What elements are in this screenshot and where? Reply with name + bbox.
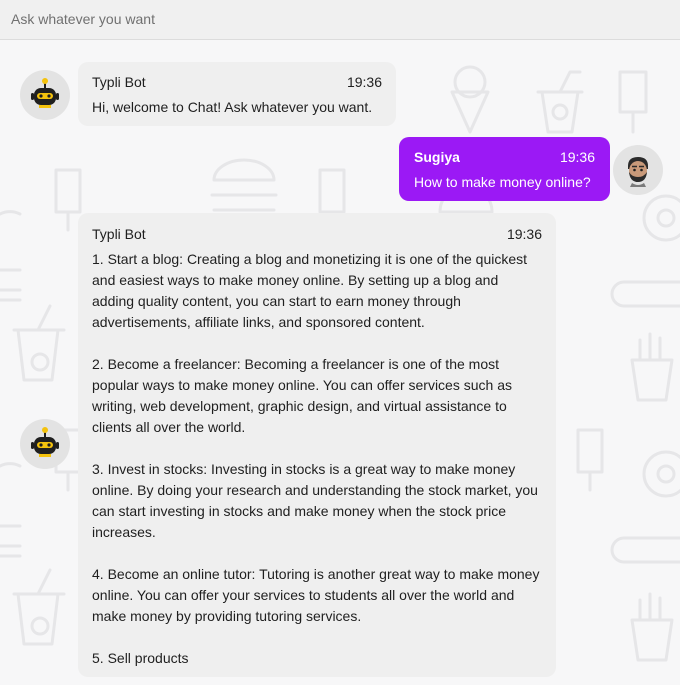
message-text: 1. Start a blog: Creating a blog and mon… xyxy=(92,251,540,666)
message-header: Typli Bot 19:36 xyxy=(92,225,542,243)
robot-icon xyxy=(31,427,59,457)
message-time: 19:36 xyxy=(506,226,542,242)
bot-avatar xyxy=(20,70,70,120)
message-header: Typli Bot 19:36 xyxy=(92,73,382,91)
message-time: 19:36 xyxy=(346,74,382,90)
message-sender: Sugiya xyxy=(414,149,460,165)
message-text: Hi, welcome to Chat! Ask whatever you wa… xyxy=(92,99,373,115)
message-sender: Typli Bot xyxy=(92,74,146,90)
message-time: 19:36 xyxy=(559,149,595,165)
chat-input[interactable] xyxy=(11,11,651,27)
chat-input-bar xyxy=(0,0,680,40)
message-sender: Typli Bot xyxy=(92,226,146,242)
message-text: How to make money online? xyxy=(414,174,591,190)
robot-icon xyxy=(31,78,59,108)
message-bubble-user: Sugiya 19:36 How to make money online? xyxy=(399,137,610,201)
user-face-icon xyxy=(628,157,648,187)
user-avatar xyxy=(613,145,663,195)
message-bubble-bot: Typli Bot 19:36 1. Start a blog: Creatin… xyxy=(78,213,556,677)
message-bubble-bot: Typli Bot 19:36 Hi, welcome to Chat! Ask… xyxy=(78,62,396,126)
message-header: Sugiya 19:36 xyxy=(414,148,595,166)
bot-avatar xyxy=(20,419,70,469)
